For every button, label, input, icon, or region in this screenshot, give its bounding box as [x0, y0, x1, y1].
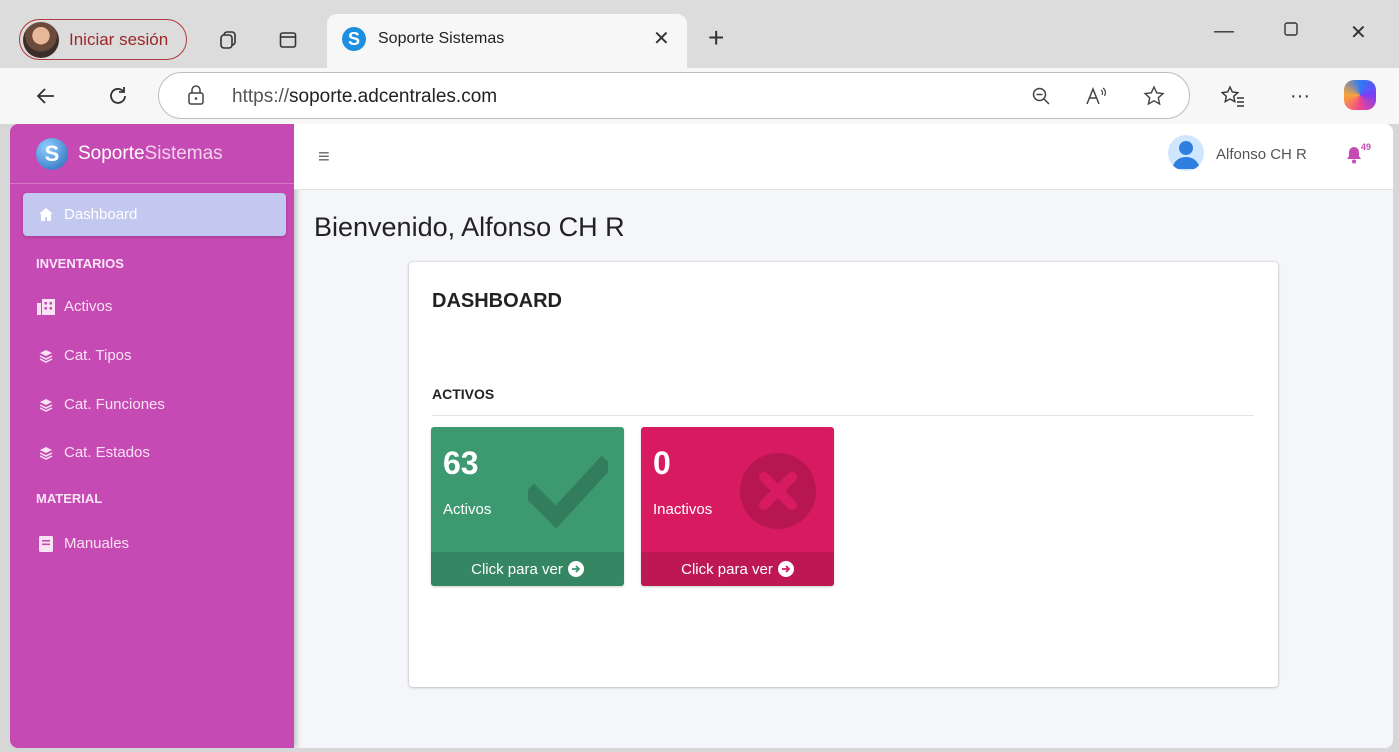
tab-actions-icon[interactable] [274, 26, 302, 54]
arrow-circle-right-icon [777, 561, 794, 577]
read-aloud-icon[interactable] [1082, 82, 1110, 110]
brand-logo-icon: S [36, 137, 68, 170]
page-title: Bienvenido, Alfonso CH R [314, 212, 625, 242]
nav-header-inventarios: INVENTARIOS [36, 256, 124, 271]
tab-title: Soporte Sistemas [378, 30, 505, 47]
layers-icon [37, 347, 55, 365]
sidebar: S SoporteSistemas Dashboard INVENTARIOS … [10, 124, 294, 748]
layers-icon [37, 396, 55, 414]
new-tab-icon[interactable]: + [708, 22, 724, 54]
address-bar[interactable]: https://soporte.adcentrales.com [158, 72, 1190, 119]
close-window-icon[interactable]: ✕ [1350, 20, 1367, 45]
dashboard-card: DASHBOARD ACTIVOS 63 Activos Click para … [409, 262, 1278, 687]
reload-icon[interactable] [104, 82, 132, 110]
workspaces-icon[interactable] [214, 26, 242, 54]
layers-icon [37, 444, 55, 462]
notification-badge: 49 [1361, 142, 1372, 152]
profile-button[interactable]: Iniciar sesión [19, 19, 187, 60]
site-info-icon[interactable] [187, 85, 205, 105]
tab-favicon-icon: S [342, 27, 366, 51]
times-circle-icon [738, 451, 818, 531]
sidebar-item-cat-tipos[interactable]: Cat. Tipos [23, 334, 286, 377]
sidebar-item-label: Dashboard [64, 206, 138, 223]
zoom-out-icon[interactable] [1027, 82, 1055, 110]
stat-label: Inactivos [653, 501, 713, 518]
sidebar-item-activos[interactable]: Activos [23, 285, 286, 328]
nav-header-material: MATERIAL [36, 491, 103, 506]
stat-count: 63 [443, 445, 479, 481]
browser-toolbar: https://soporte.adcentrales.com ··· [0, 68, 1399, 124]
url-text: https://soporte.adcentrales.com [232, 86, 498, 107]
minimize-icon[interactable]: — [1214, 20, 1234, 43]
close-tab-icon[interactable]: ✕ [653, 26, 670, 51]
sidebar-item-cat-funciones[interactable]: Cat. Funciones [23, 383, 286, 426]
stat-box-inactivos: 0 Inactivos Click para ver [641, 427, 834, 586]
stat-box-activos: 63 Activos Click para ver [431, 427, 624, 586]
sidebar-item-label: Activos [64, 298, 113, 315]
brand[interactable]: S SoporteSistemas [10, 124, 294, 184]
sidebar-item-label: Cat. Funciones [64, 396, 165, 413]
sidebar-item-manuales[interactable]: Manuales [23, 522, 286, 565]
top-navbar: ≡ Alfonso CH R 49 [294, 124, 1393, 190]
sidebar-item-cat-estados[interactable]: Cat. Estados [23, 431, 286, 474]
maximize-icon[interactable] [1283, 20, 1299, 43]
user-name[interactable]: Alfonso CH R [1216, 146, 1307, 163]
home-icon [37, 206, 55, 224]
sidebar-item-label: Cat. Tipos [64, 347, 132, 364]
browser-tab-bar: Iniciar sesión S Soporte Sistemas ✕ + — … [0, 0, 1399, 78]
card-title: DASHBOARD [432, 290, 562, 312]
page-viewport: S SoporteSistemas Dashboard INVENTARIOS … [10, 124, 1393, 748]
section-title: ACTIVOS [432, 386, 495, 402]
favorite-star-icon[interactable] [1140, 82, 1168, 110]
arrow-circle-right-icon [567, 561, 584, 577]
brand-text: SoporteSistemas [78, 142, 223, 164]
menu-toggle-icon[interactable]: ≡ [318, 146, 330, 169]
stat-link-inactivos[interactable]: Click para ver [641, 552, 834, 586]
book-icon [37, 535, 55, 553]
sidebar-item-label: Cat. Estados [64, 444, 150, 461]
profile-label: Iniciar sesión [69, 29, 169, 49]
user-avatar[interactable] [1168, 135, 1204, 171]
section-divider [432, 415, 1254, 416]
sidebar-item-label: Manuales [64, 535, 130, 552]
building-icon [37, 298, 55, 316]
back-icon[interactable] [32, 82, 60, 110]
check-icon [522, 451, 614, 531]
favorites-icon[interactable] [1219, 82, 1247, 110]
copilot-icon[interactable] [1344, 80, 1376, 110]
stat-count: 0 [653, 445, 671, 481]
stat-link-activos[interactable]: Click para ver [431, 552, 624, 586]
profile-avatar [23, 21, 59, 58]
sidebar-item-dashboard[interactable]: Dashboard [23, 193, 286, 236]
more-options-icon[interactable]: ··· [1286, 82, 1314, 110]
stat-label: Activos [443, 501, 492, 518]
